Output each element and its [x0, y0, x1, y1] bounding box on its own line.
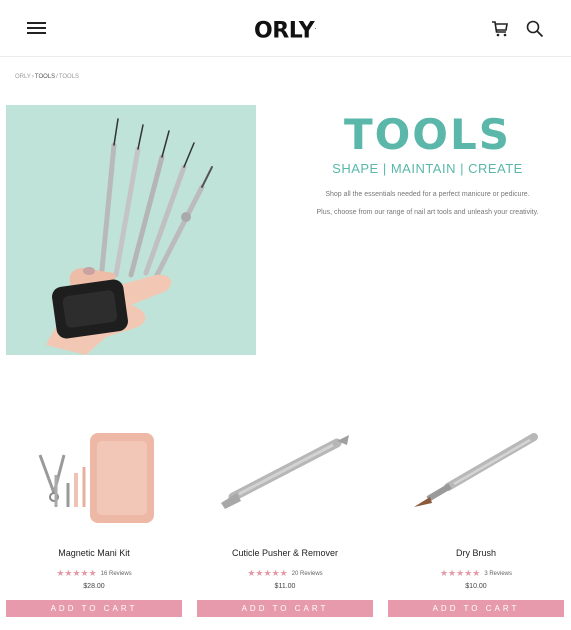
- review-count: 16 Reviews: [100, 571, 132, 577]
- product-image[interactable]: [6, 415, 182, 535]
- product-name[interactable]: Cuticle Pusher & Remover: [197, 548, 373, 558]
- star-rating-icon: ★★★★★: [56, 568, 97, 578]
- star-rating-icon: ★★★★★: [439, 568, 481, 578]
- logo-text: ORLY: [254, 18, 315, 44]
- product-name[interactable]: Magnetic Mani Kit: [6, 548, 182, 558]
- product-image[interactable]: [197, 415, 373, 535]
- product-price: $11.00: [274, 583, 296, 590]
- breadcrumb-tools[interactable]: TOOLS: [35, 74, 55, 80]
- product-price: $28.00: [83, 583, 105, 590]
- logo-mark: .: [314, 23, 316, 31]
- product-image[interactable]: [388, 415, 564, 535]
- orly-logo[interactable]: ORLY.: [240, 12, 330, 44]
- add-to-cart-button[interactable]: ADD TO CART: [6, 600, 182, 617]
- hamburger-icon[interactable]: [27, 21, 46, 36]
- product-card[interactable]: Magnetic Mani Kit ★★★★★ 16 Reviews $28.00…: [6, 415, 182, 620]
- add-to-cart-button[interactable]: ADD TO CART: [388, 600, 564, 617]
- hero-title: TOOLS: [343, 110, 512, 159]
- search-icon[interactable]: [525, 19, 545, 39]
- hero-description: Shop all the essentials needed for a per…: [325, 191, 530, 198]
- breadcrumb-current: TOOLS: [58, 74, 80, 80]
- site-header: ORLY.: [0, 0, 571, 57]
- product-card[interactable]: Dry Brush ★★★★★ 3 Reviews $10.00 ADD TO C…: [388, 415, 564, 620]
- product-price: $10.00: [465, 583, 487, 590]
- hero-copy: TOOLS SHAPE | MAINTAIN | CREATE Shop all…: [300, 110, 555, 217]
- product-rating[interactable]: ★★★★★ 20 Reviews: [197, 568, 373, 579]
- breadcrumb-separator: /: [56, 74, 58, 80]
- breadcrumb: ORLY›TOOLS/TOOLS: [15, 74, 79, 80]
- hero-subtitle: SHAPE | MAINTAIN | CREATE: [332, 161, 523, 176]
- review-count: 3 Reviews: [484, 571, 513, 577]
- breadcrumb-separator: ›: [31, 74, 34, 80]
- product-card[interactable]: Cuticle Pusher & Remover ★★★★★ 20 Reviews…: [197, 415, 373, 620]
- product-rating[interactable]: ★★★★★ 3 Reviews: [388, 568, 564, 579]
- hero-image: [6, 105, 256, 355]
- breadcrumb-home[interactable]: ORLY: [15, 74, 31, 80]
- hero-description-2: Plus, choose from our range of nail art …: [316, 209, 539, 216]
- product-name[interactable]: Dry Brush: [388, 548, 564, 558]
- cart-icon[interactable]: [490, 19, 510, 39]
- review-count: 20 Reviews: [291, 571, 323, 577]
- star-rating-icon: ★★★★★: [247, 568, 288, 578]
- add-to-cart-button[interactable]: ADD TO CART: [197, 600, 373, 617]
- product-rating[interactable]: ★★★★★ 16 Reviews: [6, 568, 182, 579]
